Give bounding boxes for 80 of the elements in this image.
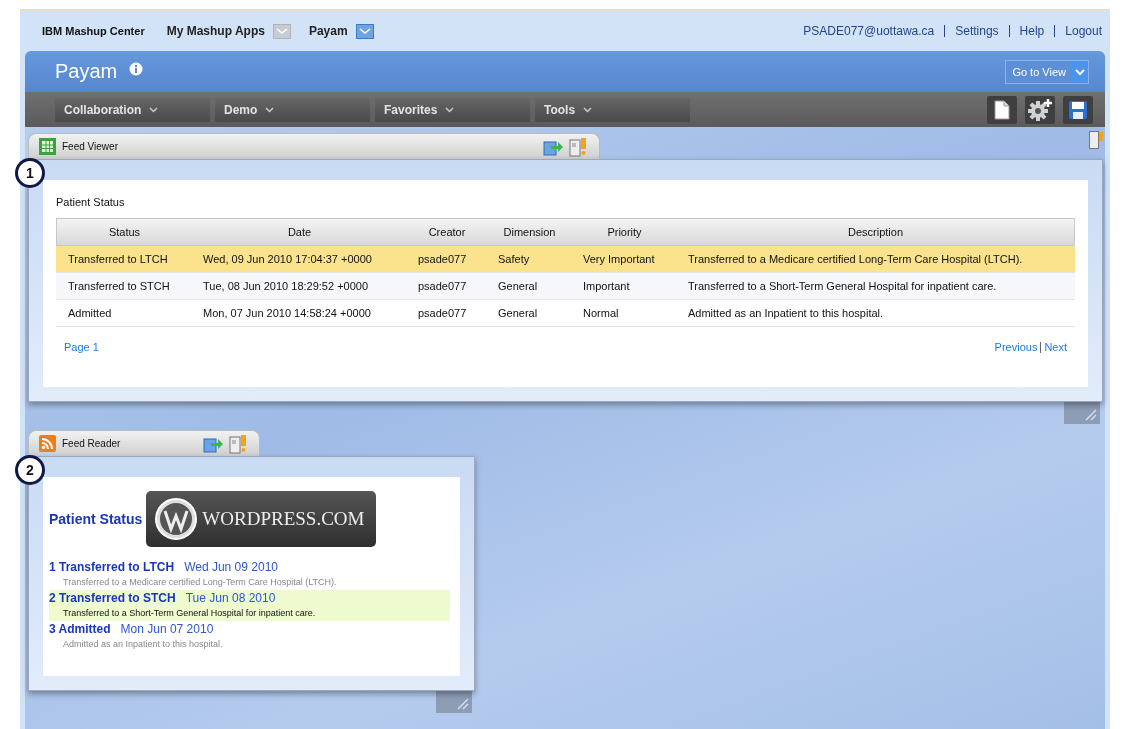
feed-item-date: Tue Jun 08 2010 [185,591,276,605]
widget-tab[interactable]: Feed Viewer [28,133,600,159]
header-link[interactable]: Settings [955,24,999,38]
edit-icon[interactable] [229,433,247,454]
settings-button[interactable] [1025,95,1055,124]
dropdown-icon[interactable] [1072,60,1088,83]
column-header[interactable]: Description [677,226,1074,238]
table-row[interactable]: Transferred to STCH Tue, 08 Jun 2010 18:29:52 +0000 psade077 General Important Transferred to a Short-Term General Hospital for inpatient care. [56,273,1075,300]
caret-icon [265,106,275,113]
menu-item[interactable]: Collaboration [55,97,210,122]
feed-item-title[interactable]: 2 Transferred to STCH [49,591,176,605]
column-header[interactable]: Dimension [487,226,572,238]
table-cell-text: Important [582,280,631,292]
page-link[interactable]: Page 1 [64,341,99,353]
feed-item[interactable]: 2 Transferred to STCH Tue Jun 08 2010 Transferred to a Short-Term General Hospital for inpatient care. [49,590,450,621]
user-email: PSADE077@uottawa.ca [803,24,935,38]
column-header[interactable]: Priority [572,226,677,238]
feed-title[interactable]: Patient Status [49,511,143,527]
table-cell-text: Safety [497,253,531,265]
feed-item[interactable]: 3 Admitted Mon Jun 07 2010 Admitted as an Inpatient to this hospital. [49,621,450,652]
nav-menu[interactable]: My Mashup Apps [166,24,265,38]
nav-menu[interactable]: Payam [308,24,348,38]
page-title: Payam [55,60,118,83]
dropdown-icon[interactable] [272,23,291,39]
table-cell-text: Admitted [67,307,113,319]
table-cell-text: psade077 [417,253,468,265]
step-marker: 2 [15,455,45,485]
caret-icon [149,106,159,113]
menu-item[interactable]: Favorites [375,97,530,122]
table-cell-text: General [497,307,539,319]
table-cell-text: psade077 [417,307,468,319]
table-cell-text: Normal [582,307,620,319]
table-cell-text: General [497,280,539,292]
edit-icon[interactable] [569,136,587,157]
feed-item[interactable]: 1 Transferred to LTCH Wed Jun 09 2010 Transferred to a Medicare certified Long-Term Care Hospital (LTCH). [49,559,450,590]
caret-icon [445,106,455,113]
table-cell-text: Transferred to a Short-Term General Hospital for inpatient care. [687,280,998,292]
column-header[interactable]: Creator [407,226,487,238]
dropdown-icon[interactable] [355,23,374,39]
step-marker: 1 [15,158,45,188]
caret-icon [583,106,593,113]
feed-item-title[interactable]: 1 Transferred to LTCH [49,560,175,574]
table-cell-text: Transferred to STCH [67,280,171,292]
feed-item-date: Mon Jun 07 2010 [120,622,214,636]
table-row[interactable]: Transferred to LTCH Wed, 09 Jun 2010 17:04:37 +0000 psade077 Safety Very Important Transferred to a Medicare certified Long-Term Care Hospital (LTCH). [56,246,1075,273]
feed-item-date: Wed Jun 09 2010 [184,560,278,574]
layout-icon[interactable] [1089,131,1103,149]
feed-item-title[interactable]: 3 Admitted [49,622,111,636]
app-brand: IBM Mashup Center [42,25,145,37]
widget-tab[interactable]: Feed Reader [28,430,260,456]
column-header[interactable]: Date [192,226,407,238]
info-icon[interactable] [129,61,144,76]
table-cell-text: Transferred to a Medicare certified Long-Term Care Hospital (LTCH). [687,253,1024,265]
new-page-button[interactable] [987,95,1017,124]
rss-icon [39,435,56,452]
table-cell-text: Transferred to LTCH [67,253,169,265]
save-button[interactable] [1063,95,1093,124]
table-cell-text: Very Important [582,253,656,265]
grid-icon [39,138,56,155]
pager-link[interactable]: Previous [994,341,1038,353]
feed-item-description: Transferred to a Medicare certified Long-Term Care Hospital (LTCH). [62,577,338,587]
table-cell-text: Mon, 07 Jun 2010 14:58:24 +0000 [202,307,372,319]
menu-item[interactable]: Tools [535,97,690,122]
feed-item-description: Admitted as an Inpatient to this hospital. [62,639,224,649]
wordpress-logo: WORDPRESS.COM [146,491,377,547]
resize-handle[interactable] [436,691,472,713]
header-link[interactable]: Help [1019,24,1045,38]
pager-link[interactable]: Next [1044,341,1067,353]
resize-handle[interactable] [1064,402,1100,424]
table-cell-text: Tue, 08 Jun 2010 18:29:52 +0000 [202,280,370,292]
column-header[interactable]: Status [57,226,192,238]
feed-item-description: Transferred to a Short-Term General Hospital for inpatient care. [62,608,317,618]
table-title: Patient Status [56,196,126,208]
menu-item[interactable]: Demo [215,97,370,122]
widget-title: Feed Reader [62,438,121,449]
table-cell-text: Wed, 09 Jun 2010 17:04:37 +0000 [202,253,373,265]
table-cell-text: Admitted as an Inpatient to this hospital. [687,307,885,319]
widget-title: Feed Viewer [62,141,118,152]
header-link[interactable]: Logout [1065,24,1102,38]
table-cell-text: psade077 [417,280,468,292]
